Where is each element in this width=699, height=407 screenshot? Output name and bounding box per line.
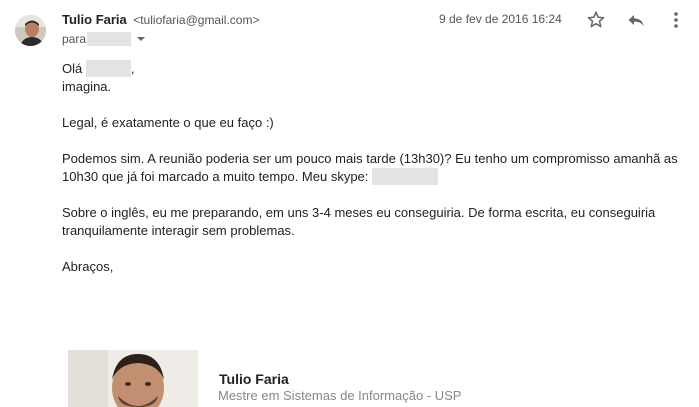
- recipient-redacted: [87, 32, 132, 46]
- email-message: Tulio Faria <tuliofaria@gmail.com> para …: [0, 0, 699, 407]
- skype-id-redacted: [372, 168, 439, 185]
- paragraph-1: Legal, é exatamente o que eu faço :): [62, 115, 274, 130]
- closing: Abraços,: [62, 259, 114, 274]
- sender-row: Tulio Faria <tuliofaria@gmail.com>: [62, 11, 259, 29]
- greeting-comma: ,: [130, 61, 135, 76]
- more-vert-icon: [674, 12, 678, 28]
- paragraph-3: Sobre o inglês, eu me preparando, em uns…: [62, 205, 656, 238]
- more-options-button[interactable]: [665, 9, 687, 31]
- sender-avatar[interactable]: [15, 15, 46, 46]
- greeting-line: Olá ,: [62, 60, 692, 78]
- message-date: 9 de fev de 2016 16:24: [439, 12, 562, 26]
- signature-name: Tulio Faria: [219, 371, 289, 387]
- star-button[interactable]: [585, 9, 607, 31]
- to-label: para: [62, 32, 87, 46]
- signature-title: Mestre em Sistemas de Informação - USP: [218, 388, 462, 403]
- paragraph-2-text: Podemos sim. A reunião poderia ser um po…: [62, 151, 678, 184]
- recipient-name-redacted: [85, 60, 131, 77]
- line-imagina: imagina.: [62, 79, 112, 94]
- reply-icon: [628, 15, 644, 26]
- sender-name[interactable]: Tulio Faria: [62, 12, 127, 27]
- star-icon: [587, 11, 605, 28]
- greeting: Olá: [62, 61, 83, 76]
- signature-photo: [68, 350, 198, 407]
- chevron-down-icon[interactable]: [137, 37, 146, 41]
- paragraph-2: Podemos sim. A reunião poderia ser um po…: [62, 150, 692, 186]
- recipient-row: para: [62, 32, 146, 46]
- reply-button[interactable]: [625, 9, 647, 31]
- sender-email: <tuliofaria@gmail.com>: [133, 13, 260, 27]
- message-body: Olá , imagina. Legal, é exatamente o que…: [62, 60, 692, 276]
